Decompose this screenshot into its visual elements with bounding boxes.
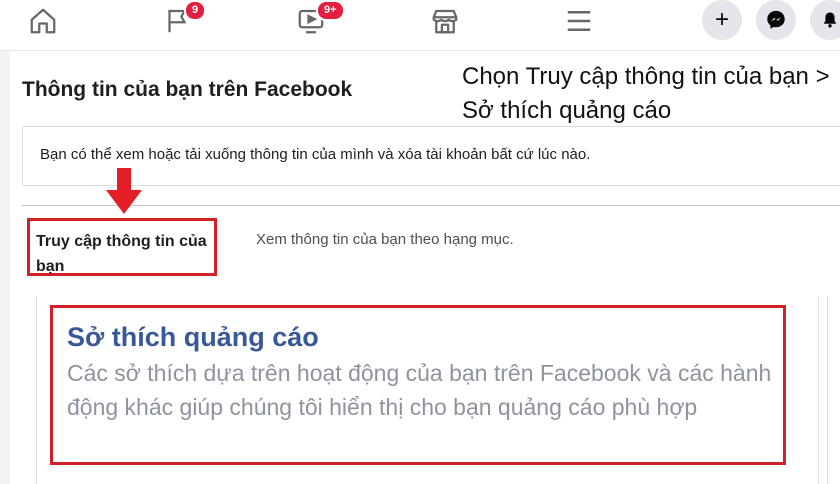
video-notification-badge: 9+ xyxy=(316,0,345,21)
flag-notification-badge: 9 xyxy=(184,0,207,21)
ad-preferences-item[interactable]: Sở thích quảng cáo Các sở thích dựa trên… xyxy=(50,305,786,465)
access-your-information-tab[interactable]: Truy cập thông tin của bạn xyxy=(27,218,217,276)
panel-right-border xyxy=(818,296,819,484)
notifications-button[interactable] xyxy=(810,0,840,40)
ad-preferences-title[interactable]: Sở thích quảng cáo xyxy=(67,320,783,354)
left-strip xyxy=(0,0,10,484)
bell-icon xyxy=(823,12,837,28)
info-text: Bạn có thể xem hoặc tải xuống thông tin … xyxy=(40,146,591,163)
page-title: Thông tin của bạn trên Facebook xyxy=(22,78,353,101)
messenger-button[interactable] xyxy=(756,0,796,40)
access-tab-description: Xem thông tin của bạn theo hạng mục. xyxy=(256,231,514,248)
instruction-caption: Chọn Truy cập thông tin của bạn > Sở thí… xyxy=(462,63,830,124)
menu-icon[interactable] xyxy=(564,6,604,40)
section-divider xyxy=(22,205,840,206)
home-icon[interactable] xyxy=(28,6,68,40)
messenger-icon xyxy=(767,10,785,29)
flag-icon[interactable]: 9 xyxy=(162,0,207,40)
video-icon[interactable]: 9+ xyxy=(296,0,345,40)
marketplace-icon[interactable] xyxy=(430,6,470,40)
create-button[interactable]: + xyxy=(702,0,742,40)
plus-icon: + xyxy=(714,6,729,33)
red-down-arrow-icon xyxy=(106,168,142,214)
ad-preferences-description: Các sở thích dựa trên hoạt động của bạn … xyxy=(67,360,772,420)
top-navbar: 9 9+ + xyxy=(0,0,840,51)
